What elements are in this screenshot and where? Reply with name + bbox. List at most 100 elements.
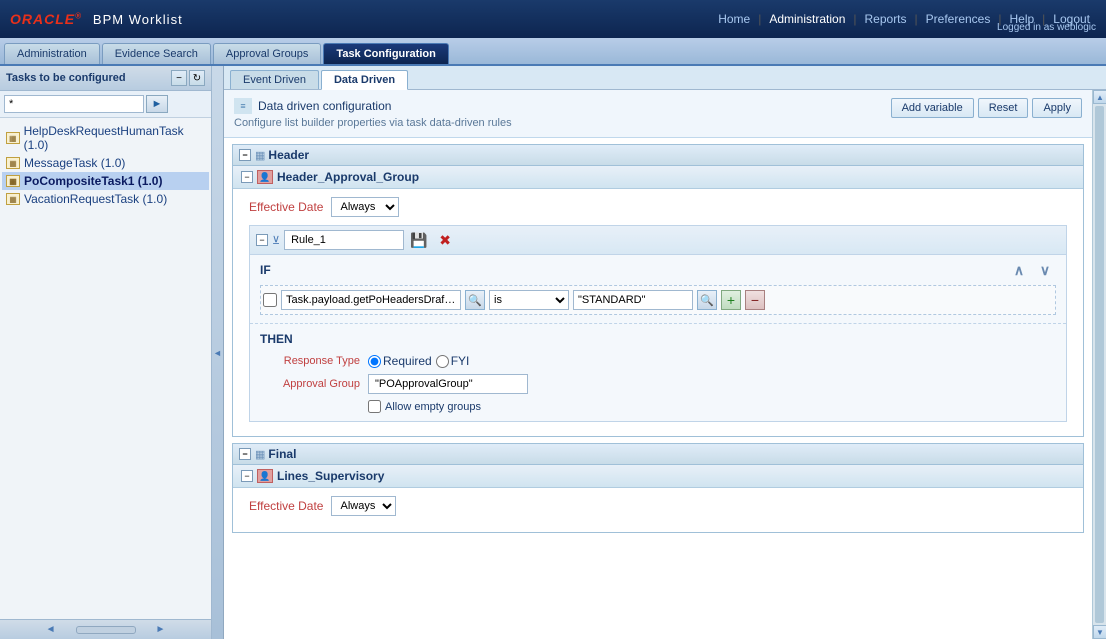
sidebar-title: Tasks to be configured [6,72,126,84]
final-effective-date-row: Effective Date Always [249,496,1067,516]
effective-date-select[interactable]: Always Never Custom [331,197,399,217]
approval-group-input[interactable] [368,374,528,394]
tab-evidence-search[interactable]: Evidence Search [102,43,211,64]
app-title: BPM Worklist [93,12,183,27]
condition-field-input[interactable] [281,290,461,310]
tab-bar: Administration Evidence Search Approval … [0,38,1106,66]
sidebar-bottom: ◄ ► [0,619,211,639]
section-icon: ▦ [255,149,265,162]
if-and-icon[interactable]: ∧ [1008,261,1030,279]
radio-required-input[interactable] [368,355,381,368]
rule-delete-button[interactable]: ✖ [434,230,456,250]
sidebar-tree: ▦ HelpDeskRequestHumanTask (1.0) ▦ Messa… [0,118,211,619]
config-title-area: ≡ Data driven configuration Configure li… [234,98,512,129]
response-type-row: Response Type Required [260,354,1056,368]
header-section: − ▦ Header − 👤 Header_Approval_Group [232,144,1084,437]
final-effective-date-select[interactable]: Always [331,496,396,516]
sub-tab-data-driven[interactable]: Data Driven [321,70,408,90]
final-group-body: Effective Date Always [233,488,1083,532]
nav-administration[interactable]: Administration [763,10,851,28]
then-label: THEN [260,332,1056,346]
task-icon: ▦ [6,175,20,187]
then-section: THEN Response Type Required [250,324,1066,421]
rule-header: − ⊻ 💾 ✖ [250,226,1066,255]
if-or-icon[interactable]: ∨ [1034,261,1056,279]
tab-approval-groups[interactable]: Approval Groups [213,43,322,64]
add-variable-button[interactable]: Add variable [891,98,974,118]
final-section-icon: ▦ [255,448,265,461]
sidebar-toggle[interactable]: ◄ [212,66,224,639]
radio-fyi: FYI [436,354,470,368]
rule-toggle[interactable]: − [256,234,268,246]
sidebar-search: ► [0,91,211,118]
condition-value-search[interactable]: 🔍 [697,290,717,310]
apply-button[interactable]: Apply [1032,98,1082,118]
sidebar-icons: − ↻ [171,70,205,86]
condition-value-input[interactable] [573,290,693,310]
radio-fyi-label: FYI [451,354,470,368]
section-title: Header [268,148,309,162]
final-section-toggle[interactable]: − [239,448,251,460]
scrollable-content: ≡ Data driven configuration Configure li… [224,90,1092,639]
response-type-radio-group: Required FYI [368,354,469,368]
nav-preferences[interactable]: Preferences [920,10,997,28]
nav-home[interactable]: Home [712,10,756,28]
remove-condition-button[interactable]: − [745,290,765,310]
final-group-toggle[interactable]: − [241,470,253,482]
add-condition-button[interactable]: + [721,290,741,310]
config-icon: ≡ [234,98,252,114]
condition-operator-select[interactable]: is is not contains starts with [489,290,569,310]
list-item-selected[interactable]: ▦ PoCompositeTask1 (1.0) [2,172,209,190]
sub-tab-event-driven[interactable]: Event Driven [230,70,319,89]
allow-empty-groups-checkbox[interactable] [368,400,381,413]
config-subtitle: Configure list builder properties via ta… [234,117,512,129]
tab-task-configuration[interactable]: Task Configuration [323,43,448,64]
list-item[interactable]: ▦ VacationRequestTask (1.0) [2,190,209,208]
sidebar-collapse-btn[interactable]: − [171,70,187,86]
final-effective-date-label: Effective Date [249,499,323,513]
radio-required: Required [368,354,432,368]
reset-button[interactable]: Reset [978,98,1029,118]
rule-name-input[interactable] [284,230,404,250]
logo-area: ORACLE® BPM Worklist [10,11,183,27]
condition-checkbox[interactable] [263,293,277,307]
group-toggle[interactable]: − [241,171,253,183]
final-group-name: Lines_Supervisory [277,469,384,483]
section-toggle[interactable]: − [239,149,251,161]
task-label: VacationRequestTask (1.0) [24,192,167,206]
config-buttons: Add variable Reset Apply [891,98,1082,118]
nav-reports[interactable]: Reports [859,10,913,28]
section-header-header[interactable]: − ▦ Header [232,144,1084,166]
scroll-up-button[interactable]: ▲ [1093,90,1106,104]
rule-expand-icon[interactable]: ⊻ [272,234,280,247]
scroll-thumb[interactable] [1095,106,1104,623]
list-item[interactable]: ▦ HelpDeskRequestHumanTask (1.0) [2,122,209,154]
main-layout: Tasks to be configured − ↻ ► ▦ HelpDeskR… [0,66,1106,639]
search-go-button[interactable]: ► [146,95,168,113]
config-title: ≡ Data driven configuration [234,98,512,114]
section-header-final[interactable]: − ▦ Final [232,443,1084,465]
sidebar-right-arrow[interactable]: ► [156,624,166,635]
sidebar-header: Tasks to be configured − ↻ [0,66,211,91]
final-group-header[interactable]: − 👤 Lines_Supervisory [233,465,1083,488]
group-header[interactable]: − 👤 Header_Approval_Group [233,166,1083,189]
sidebar-refresh-btn[interactable]: ↻ [189,70,205,86]
rule-container: − ⊻ 💾 ✖ [249,225,1067,422]
allow-empty-groups-label: Allow empty groups [385,401,481,413]
condition-field-search[interactable]: 🔍 [465,290,485,310]
approval-group-row: Approval Group [260,374,1056,394]
task-icon: ▦ [6,193,20,205]
sidebar-left-arrow[interactable]: ◄ [46,624,56,635]
if-icons: ∧ ∨ [1008,261,1056,279]
search-input[interactable] [4,95,144,113]
rule-save-button[interactable]: 💾 [408,230,430,250]
list-item[interactable]: ▦ MessageTask (1.0) [2,154,209,172]
final-group-person-icon: 👤 [257,469,273,483]
radio-fyi-input[interactable] [436,355,449,368]
effective-date-label: Effective Date [249,200,323,214]
group-name: Header_Approval_Group [277,170,419,184]
logged-in-text: Logged in as weblogic [997,22,1096,33]
config-header: ≡ Data driven configuration Configure li… [224,90,1092,138]
scroll-down-button[interactable]: ▼ [1093,625,1106,639]
tab-administration[interactable]: Administration [4,43,100,64]
